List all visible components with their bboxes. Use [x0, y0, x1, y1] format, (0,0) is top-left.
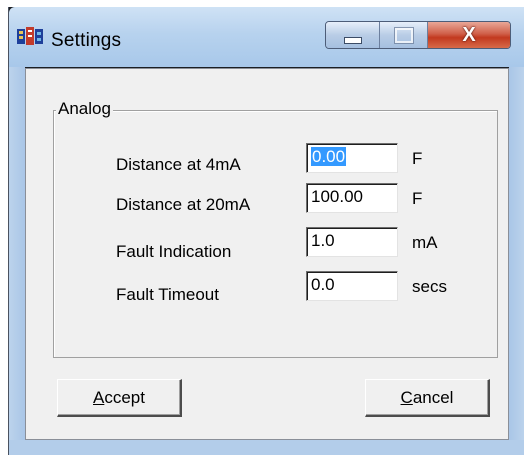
- accept-label-rest: ccept: [104, 387, 145, 407]
- fault-timeout-label: Fault Timeout: [116, 285, 219, 304]
- fault-indication-input[interactable]: 1.0: [306, 227, 398, 257]
- distance-20ma-label: Distance at 20mA: [116, 195, 251, 214]
- app-icon[interactable]: [17, 27, 43, 47]
- maximize-button[interactable]: [380, 22, 428, 48]
- distance-4ma-value: 0.00: [311, 147, 347, 166]
- minimize-icon: [343, 36, 362, 44]
- maximize-icon: [394, 27, 413, 43]
- fault-indication-label: Fault Indication: [116, 242, 232, 261]
- close-button[interactable]: X: [428, 22, 510, 48]
- window-frame-right: [509, 67, 524, 455]
- distance-4ma-label: Distance at 4mA: [116, 155, 241, 174]
- distance-4ma-unit: F: [412, 149, 423, 168]
- dialog-client-area: Analog Distance at 4mA 0.00 F Distance a…: [25, 68, 509, 440]
- cancel-label-rest: ancel: [412, 387, 454, 407]
- window-frame-bottom: [9, 440, 524, 455]
- window-title: Settings: [51, 30, 122, 51]
- accept-button-label: Accept: [93, 388, 145, 408]
- cancel-mnemonic: C: [400, 387, 413, 407]
- close-icon: X: [462, 24, 476, 46]
- accept-mnemonic: A: [93, 387, 105, 407]
- groupbox-label: Analog: [56, 99, 113, 119]
- minimize-button[interactable]: [326, 22, 380, 48]
- fault-timeout-value: 0.0: [311, 275, 335, 294]
- caption-buttons: X: [325, 21, 511, 49]
- cancel-button[interactable]: Cancel: [365, 379, 490, 417]
- distance-20ma-unit: F: [412, 189, 423, 208]
- accept-button[interactable]: Accept: [57, 379, 182, 417]
- fault-timeout-unit: secs: [412, 277, 447, 296]
- title-bar[interactable]: Settings X: [9, 7, 524, 67]
- distance-4ma-input[interactable]: 0.00: [306, 143, 398, 173]
- fault-timeout-input[interactable]: 0.0: [306, 271, 398, 301]
- fault-indication-value: 1.0: [311, 231, 335, 250]
- window-frame-left: [9, 67, 25, 455]
- distance-20ma-value: 100.00: [311, 187, 363, 206]
- cancel-button-label: Cancel: [401, 388, 454, 408]
- distance-20ma-input[interactable]: 100.00: [306, 183, 398, 213]
- settings-window: Settings X Analog Distance at 4mA 0.00 F…: [8, 7, 524, 455]
- fault-indication-unit: mA: [412, 233, 438, 252]
